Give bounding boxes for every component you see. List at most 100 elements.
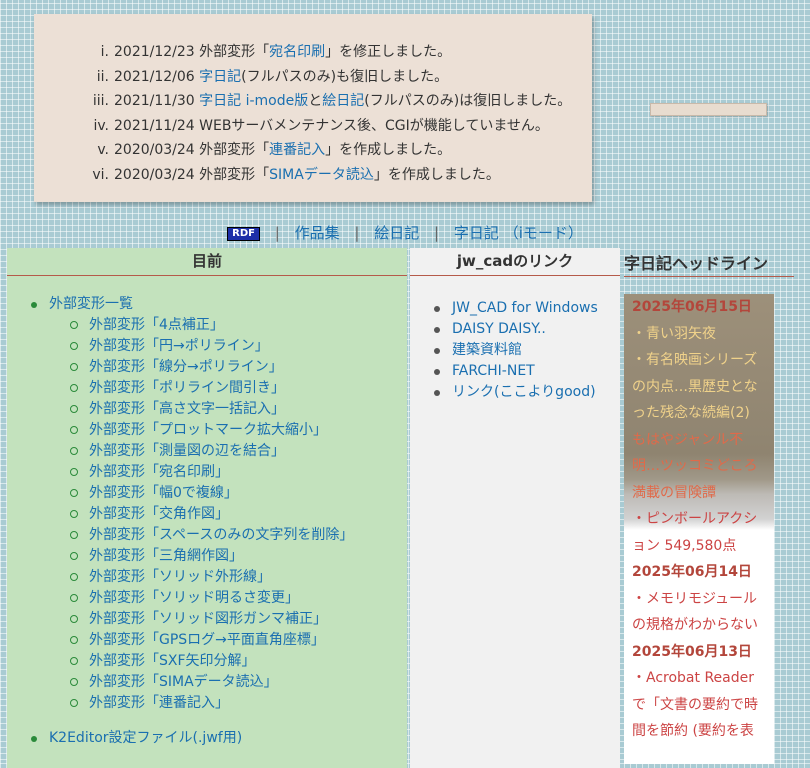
headline-entry[interactable]: 間を節約 (要約を表 [632, 718, 774, 745]
links-item: 建築資料館 [434, 340, 620, 361]
external-link[interactable]: リンク(ここよりgood) [452, 384, 596, 400]
toc-subitem: 外部変形「ソリッド明るさ変更」 [70, 588, 407, 609]
links-item: DAISY DAISY.. [434, 319, 620, 340]
news-link-sima[interactable]: SIMAデータ読込 [269, 167, 374, 183]
external-link[interactable]: DAISY DAISY.. [452, 321, 546, 337]
headline-entry[interactable]: ・メモリモジュール [632, 586, 774, 613]
headline-entry[interactable]: ョン 549,580点 [632, 533, 774, 560]
headline-entry[interactable]: 明…ツッコミどころ [632, 453, 774, 480]
toc-subitem: 外部変形「SXF矢印分解」 [70, 651, 407, 672]
nav-menu: RDF | 作品集 | 絵日記 | 字日記 （iモード） [0, 222, 810, 243]
toc-sublist: 外部変形「4点補正」 外部変形「円→ポリライン」 外部変形「線分→ポリライン」 外部変… [49, 315, 407, 714]
news-list: i. 2021/12/23 外部変形「宛名印刷」を修正しました。 ii. 2021/… [34, 40, 582, 188]
menu-separator: | [354, 224, 360, 242]
headline-entry[interactable]: った残念な続編(2) [632, 400, 774, 427]
toc-sublink[interactable]: 外部変形「ポリライン間引き」 [89, 380, 285, 396]
toc-link-k2editor[interactable]: K2Editor設定ファイル(.jwf用) [49, 730, 242, 746]
menu-jinikki[interactable]: 字日記 [454, 224, 499, 242]
news-item: iii. 2021/11/30 字日記 i-mode版と絵日記(フルパスのみ)は復… [34, 89, 582, 114]
toc-sublink[interactable]: 外部変形「交角作図」 [89, 506, 229, 522]
headline-entry[interactable]: 満載の冒険譚 [632, 480, 774, 507]
headline-title: 字日記ヘッドライン [624, 248, 794, 277]
toc-subitem: 外部変形「三角網作図」 [70, 546, 407, 567]
news-item: i. 2021/12/23 外部変形「宛名印刷」を修正しました。 [34, 40, 582, 65]
external-link[interactable]: 建築資料館 [452, 342, 522, 358]
toc-sublink[interactable]: 外部変形「幅0で複線」 [89, 485, 238, 501]
toc-subitem: 外部変形「スペースのみの文字列を削除」 [70, 525, 407, 546]
headline-entry[interactable]: の内点…黒歴史とな [632, 374, 774, 401]
toc-link-gaibuhenkei[interactable]: 外部変形一覧 [49, 296, 133, 312]
headline-entry[interactable]: ・ピンボールアクシ [632, 506, 774, 533]
toc-sublink[interactable]: 外部変形「ソリッド明るさ変更」 [89, 590, 299, 606]
toc-subitem: 外部変形「プロットマーク拡大縮小」 [70, 420, 407, 441]
news-text: と [308, 93, 323, 110]
headline-entry[interactable]: もはやジャンル不 [632, 427, 774, 454]
toc-subitem: 外部変形「連番記入」 [70, 693, 407, 714]
toc-sublink[interactable]: 外部変形「線分→ポリライン」 [89, 359, 283, 375]
news-link-enikki[interactable]: 絵日記 [322, 93, 364, 109]
toc-column: 目前 外部変形一覧 外部変形「4点補正」 外部変形「円→ポリライン」 外部変形「線分… [7, 248, 407, 768]
toc-sublink[interactable]: 外部変形「GPSログ→平面直角座標」 [89, 632, 325, 648]
toc-sublink[interactable]: 外部変形「測量図の辺を結合」 [89, 443, 285, 459]
toc-subitem: 外部変形「ポリライン間引き」 [70, 378, 407, 399]
news-text: 2020/03/24 外部変形「 [114, 142, 270, 159]
menu-imode[interactable]: （iモード） [504, 224, 583, 242]
toc-subitem: 外部変形「線分→ポリライン」 [70, 357, 407, 378]
toc-subitem: 外部変形「測量図の辺を結合」 [70, 441, 407, 462]
toc-sublink[interactable]: 外部変形「連番記入」 [89, 695, 229, 711]
headline-entry[interactable]: で「文書の要約で時 [632, 692, 774, 719]
toc-item: 外部変形一覧 外部変形「4点補正」外部変形「円→ポリライン」 外部変形「線分→ポリ… [31, 294, 407, 714]
news-item: iv. 2021/11/24 WEBサーバメンテナンス後、CGIが機能していません… [34, 114, 582, 139]
news-link-jinikki-imode[interactable]: 字日記 i-mode版 [199, 93, 308, 109]
side-slot [650, 103, 767, 116]
links-column: jw_cadのリンク JW_CAD for Windows DAISY DAISY… [410, 248, 620, 768]
external-link[interactable]: FARCHI-NET [452, 363, 535, 379]
headline-date: 2025年06月13日 [632, 643, 752, 660]
news-text: 2021/12/23 外部変形「 [114, 44, 270, 60]
news-num: ii. [96, 68, 109, 85]
links-item: リンク(ここよりgood) [434, 382, 620, 403]
toc-sublink[interactable]: 外部変形「SXF矢印分解」 [89, 653, 256, 669]
rdf-badge[interactable]: RDF [227, 227, 260, 241]
toc-sublink[interactable]: 外部変形「高さ文字一括記入」 [89, 401, 285, 417]
news-text: (フルパスのみ)も復旧しました。 [241, 68, 449, 85]
toc-sublink[interactable]: 外部変形「プロットマーク拡大縮小」 [89, 422, 327, 438]
toc-sublink[interactable]: 外部変形「SIMAデータ読込」 [89, 674, 278, 690]
news-text: (フルパスのみ)は復旧しました。 [364, 93, 572, 110]
toc-subitem: 外部変形「GPSログ→平面直角座標」 [70, 630, 407, 651]
toc-subitem: 外部変形「円→ポリライン」 [70, 336, 407, 357]
news-link-jinikki[interactable]: 字日記 [199, 69, 241, 85]
toc-item: K2Editor設定ファイル(.jwf用) [31, 728, 407, 749]
news-text: 2021/11/24 WEBサーバメンテナンス後、CGIが機能していません。 [114, 117, 549, 134]
toc-subitem: 外部変形「交角作図」 [70, 504, 407, 525]
toc-subitem: 外部変形「高さ文字一括記入」 [70, 399, 407, 420]
headline-entry[interactable]: の規格がわからない [632, 612, 774, 639]
toc-sublink[interactable]: 外部変形「円→ポリライン」 [89, 338, 269, 354]
toc-sublink[interactable]: 外部変形「スペースのみの文字列を削除」 [89, 527, 353, 543]
menu-separator: | [434, 224, 440, 242]
toc-subitem: 外部変形「ソリッド外形線」 [70, 567, 407, 588]
menu-enikki[interactable]: 絵日記 [374, 224, 419, 242]
news-text: 」を作成しました。 [325, 142, 452, 159]
links-list: JW_CAD for Windows DAISY DAISY.. 建築資料館 FARC… [410, 298, 620, 403]
menu-sakuhinshu[interactable]: 作品集 [295, 224, 340, 242]
toc-list: 外部変形一覧 外部変形「4点補正」外部変形「円→ポリライン」 外部変形「線分→ポリ… [7, 294, 407, 749]
headline-entry[interactable]: ・Acrobat Reader [632, 665, 774, 692]
news-link-atena[interactable]: 宛名印刷 [269, 44, 325, 60]
news-link-renban[interactable]: 連番記入 [269, 142, 325, 158]
toc-sublink[interactable]: 外部変形「ソリッド図形ガンマ補正」 [89, 611, 327, 627]
external-link[interactable]: JW_CAD for Windows [452, 300, 598, 316]
news-item: v. 2020/03/24 外部変形「連番記入」を作成しました。 [34, 138, 582, 163]
toc-sublink[interactable]: 外部変形「宛名印刷」 [89, 464, 229, 480]
news-num: i. [100, 44, 109, 60]
news-num: iii. [92, 93, 109, 110]
toc-sublink[interactable]: 外部変形「ソリッド外形線」 [89, 569, 271, 585]
headline-entry[interactable]: ・青い羽矢夜 [632, 321, 774, 348]
headline-entry[interactable]: ・有名映画シリーズ [632, 347, 774, 374]
toc-sublink[interactable]: 外部変形「三角網作図」 [89, 548, 243, 564]
toc-sublink[interactable]: 外部変形「4点補正」 [89, 317, 224, 333]
news-text: 2021/11/30 [114, 93, 200, 110]
headline-column: 字日記ヘッドライン 2025年06月15日 ・青い羽矢夜 ・有名映画シリーズ の内点…… [624, 248, 794, 768]
toc-subitem: 外部変形「4点補正」 [70, 315, 407, 336]
news-item: vi. 2020/03/24 外部変形「SIMAデータ読込」を作成しました。 [34, 163, 582, 188]
